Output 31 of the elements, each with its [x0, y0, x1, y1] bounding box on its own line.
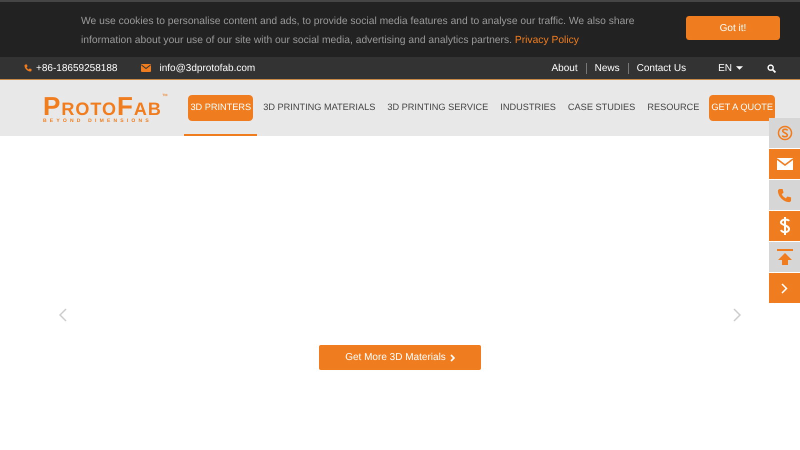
- nav-link[interactable]: CASE STUDIES: [566, 95, 638, 121]
- language-selector[interactable]: EN: [718, 60, 743, 76]
- nav-link[interactable]: 3D PRINTING SERVICE: [385, 95, 490, 121]
- envelope-icon: [141, 64, 152, 72]
- side-tool-button[interactable]: [769, 118, 800, 148]
- chevron-right-icon: [450, 354, 455, 362]
- privacy-policy-link[interactable]: Privacy Policy: [514, 35, 579, 46]
- phone-icon: [777, 188, 792, 202]
- search-icon[interactable]: [767, 64, 776, 72]
- top-nav-link[interactable]: News: [594, 60, 620, 76]
- envelope-icon: [776, 158, 792, 170]
- top-nav-link[interactable]: Contact Us: [636, 60, 686, 76]
- side-tool-button[interactable]: [769, 180, 800, 210]
- dollar-icon: [778, 216, 790, 236]
- side-tool-button[interactable]: [769, 211, 800, 241]
- email-address: info@3dprotofab.com: [159, 62, 256, 76]
- phone-icon: [24, 64, 32, 72]
- cookie-message: We use cookies to personalise content and ads, to provide social media features and to analyse our traffic. We also share information about your use of our site with our social media, advertising and analytics partners. Privacy Policy: [81, 15, 636, 48]
- nav-link[interactable]: INDUSTRIES: [498, 95, 558, 121]
- phone-number: +86-18659258188: [36, 62, 118, 76]
- nav-link[interactable]: 3D PRINTING MATERIALS: [261, 95, 378, 121]
- side-tool-button[interactable]: [769, 273, 800, 303]
- back-to-top-icon: [776, 249, 792, 265]
- nav-link[interactable]: RESOURCE: [645, 95, 702, 121]
- side-tool-button[interactable]: [769, 149, 800, 179]
- side-tool-button[interactable]: [769, 242, 800, 272]
- chevron-right-icon: [781, 282, 788, 294]
- caret-icon: [736, 66, 743, 70]
- top-nav-link[interactable]: About: [551, 60, 578, 76]
- skype-icon: [776, 125, 792, 141]
- logo-wordmark: ProtoFab: [43, 92, 162, 118]
